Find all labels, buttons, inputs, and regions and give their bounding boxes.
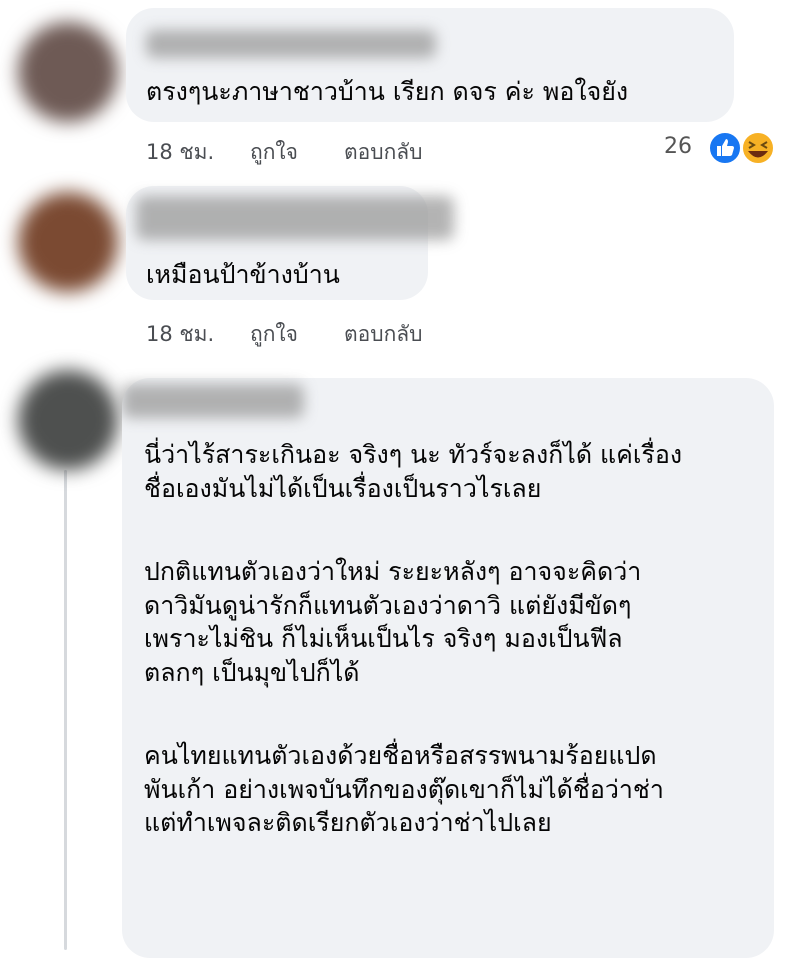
reaction-icons[interactable] xyxy=(706,130,776,166)
comment-line: ตรงๆนะภาษาชาวบ้าน เรียก ดจร ค่ะ พอใจยัง xyxy=(146,77,629,106)
like-link[interactable]: ถูกใจ xyxy=(250,318,344,351)
comment-paragraph: ปกติแทนตัวเองว่าใหม่ ระยะหลังๆ อาจจะคิดว… xyxy=(144,555,682,689)
comment-line: นี่ว่าไร้สาระเกินอะ จริงๆ นะ ทัวร์จะลงก็… xyxy=(144,440,683,469)
comment-paragraph: คนไทยแทนตัวเองด้วยชื่อหรือสรรพนามร้อยแปด… xyxy=(144,739,682,840)
comment-line: ดาวิมันดูน่ารักก็แทนตัวเองว่าดาวิ แต่ยัง… xyxy=(144,590,632,620)
reply-link[interactable]: ตอบกลับ xyxy=(344,318,423,351)
comment-text: เหมือนป้าข้างบ้าน xyxy=(146,258,340,291)
comment-text: นี่ว่าไร้สาระเกินอะ จริงๆ นะ ทัวร์จะลงก็… xyxy=(144,438,682,840)
comment-line: ตลกๆ เป็นมุขไปก็ได้ xyxy=(144,657,360,687)
comment-line: ปกติแทนตัวเองว่าใหม่ ระยะหลังๆ อาจจะคิดว… xyxy=(144,557,642,586)
comment-line: เพราะไม่ชิน ก็ไม่เห็นเป็นไร จริงๆ มองเป็… xyxy=(144,624,623,653)
comment-meta: 18 ชม. ถูกใจ ตอบกลับ xyxy=(146,136,423,169)
thread-line xyxy=(64,470,67,950)
comment-line: พันเก้า อย่างเพจบันทึกของตุ๊ดเขาก็ไม่ได้… xyxy=(144,774,664,804)
comment-time[interactable]: 18 ชม. xyxy=(146,136,250,169)
comment-text: ตรงๆนะภาษาชาวบ้าน เรียก ดจร ค่ะ พอใจยัง xyxy=(146,75,628,108)
like-icon xyxy=(708,131,742,165)
comment-paragraph: นี่ว่าไร้สาระเกินอะ จริงๆ นะ ทัวร์จะลงก็… xyxy=(144,438,682,505)
reply-link[interactable]: ตอบกลับ xyxy=(344,136,423,169)
reaction-count[interactable]: 26 xyxy=(664,134,692,159)
commenter-name-blurred[interactable] xyxy=(146,30,436,58)
comment-line: แต่ทำเพจละติดเรียกตัวเองว่าช่าไปเลย xyxy=(144,808,552,837)
avatar[interactable] xyxy=(18,22,118,122)
commenter-name-blurred[interactable] xyxy=(136,196,454,240)
avatar[interactable] xyxy=(18,370,118,470)
avatar[interactable] xyxy=(18,192,118,292)
commenter-name-blurred[interactable] xyxy=(122,384,304,418)
like-link[interactable]: ถูกใจ xyxy=(250,136,344,169)
comment-meta: 18 ชม. ถูกใจ ตอบกลับ xyxy=(146,318,423,351)
comment-line: ชื่อเองมันไม่ได้เป็นเรื่องเป็นราวไรเลย xyxy=(144,473,542,503)
haha-icon xyxy=(741,131,775,165)
comment-line: เหมือนป้าข้างบ้าน xyxy=(146,260,340,289)
comment-time[interactable]: 18 ชม. xyxy=(146,318,250,351)
comment-line: คนไทยแทนตัวเองด้วยชื่อหรือสรรพนามร้อยแปด xyxy=(144,741,657,770)
